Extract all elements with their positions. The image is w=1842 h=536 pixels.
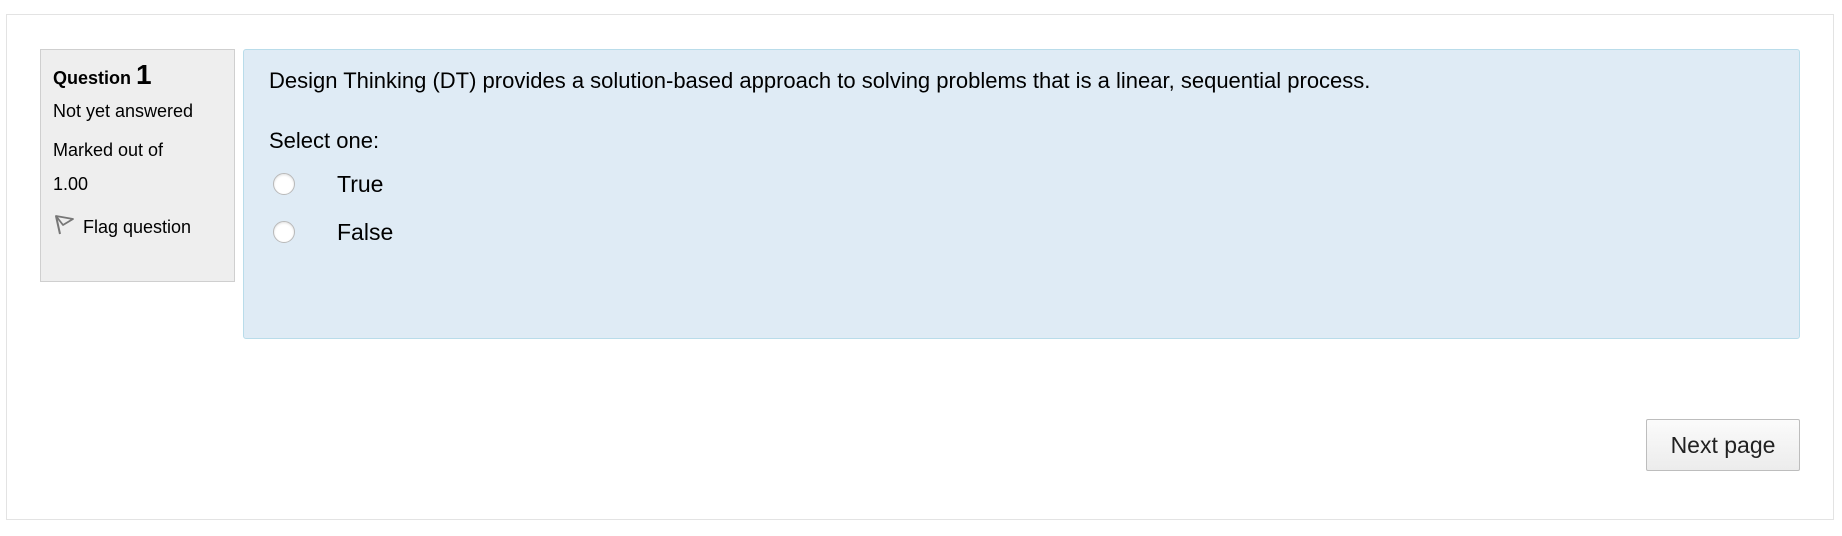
answer-prompt: Select one:: [269, 128, 380, 153]
grade-label: Marked out of: [53, 140, 164, 160]
radio-false[interactable]: [273, 221, 295, 243]
question-content: Design Thinking (DT) provides a solution…: [243, 49, 1800, 339]
question-grade: Marked out of 1.00: [53, 133, 222, 201]
question-label: Question: [53, 68, 132, 88]
answer-option-false[interactable]: False: [269, 208, 1774, 256]
question-text: Design Thinking (DT) provides a solution…: [269, 68, 1371, 93]
option-label-false: False: [337, 218, 394, 245]
flag-icon: [53, 209, 83, 244]
radio-true[interactable]: [273, 173, 295, 195]
next-page-button[interactable]: Next page: [1646, 419, 1800, 471]
option-label-true: True: [337, 170, 384, 197]
question-number: 1: [136, 59, 152, 90]
answer-option-true[interactable]: True: [269, 160, 1774, 208]
question-state: Not yet answered: [53, 101, 194, 121]
question-info-panel: Question 1 Not yet answered Marked out o…: [40, 49, 235, 282]
flag-question-toggle[interactable]: Flag question: [53, 209, 222, 244]
grade-value: 1.00: [53, 174, 89, 194]
flag-question-label: Flag question: [83, 216, 192, 237]
question-number-heading: Question 1: [53, 60, 222, 94]
